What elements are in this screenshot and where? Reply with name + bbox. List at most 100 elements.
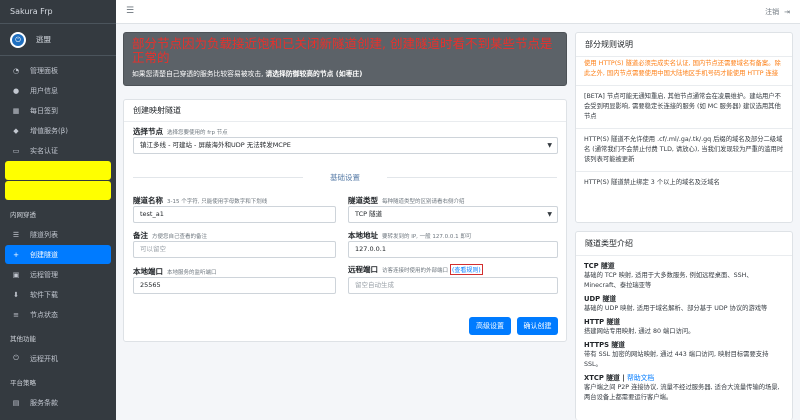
sidebar-item-label: 帮助文档 — [30, 166, 58, 175]
type-https-title: HTTPS 隧道 — [584, 341, 625, 349]
sidebar-item-download[interactable]: ⬇ 软件下载 — [5, 285, 111, 304]
alert-title: 部分节点因为负载接近饱和已关闭新隧道创建, 创建隧道时看不到某些节点是正常的 — [132, 36, 553, 65]
node-select[interactable]: 镇江多线 - 可建站 - 屏蔽海外和UDP 无法转发MCPE ▼ — [133, 137, 558, 154]
power-icon: ⏻ — [13, 354, 19, 362]
tunnel-types-title: 隧道类型介绍 — [576, 232, 792, 256]
calendar-icon: ▦ — [12, 106, 20, 115]
tunnel-name-input[interactable]: test_a1 — [133, 206, 336, 223]
type-http-title: HTTP 隧道 — [584, 318, 621, 326]
node-load-alert: 部分节点因为负载接近饱和已关闭新隧道创建, 创建隧道时看不到某些节点是正常的 如… — [123, 32, 567, 86]
sidebar-item-value-added[interactable]: ◆ 增值服务(β) — [5, 121, 111, 140]
local-addr-input[interactable]: 127.0.0.1 — [348, 241, 558, 258]
node-label: 选择节点 选择您要使用的 frp 节点 — [133, 126, 228, 137]
sidebar-item-node-status[interactable]: ≡ 节点状态 — [5, 305, 111, 324]
sidebar-item-remote-manage[interactable]: ▣ 远程管理 — [5, 265, 111, 284]
sidebar-item-label: 服务条款 — [30, 398, 58, 407]
sidebar-item-label: 远程开机 — [30, 354, 58, 363]
view-rules-link[interactable]: (查看规则) — [450, 264, 483, 275]
sidebar-item-label: 远程管理 — [30, 270, 58, 279]
tunnel-name-label: 隧道名称 3-15 个字符, 只能使用字母数字和下划线 — [133, 195, 267, 206]
coins-icon: ◎ — [12, 186, 20, 195]
sidebar-item-label: 创建隧道 — [30, 250, 58, 259]
user-panel[interactable]: ⏻ 逃盟 — [0, 24, 116, 56]
plus-icon: + — [13, 250, 19, 259]
user-icon: ● — [12, 86, 20, 95]
local-addr-label: 本地地址 要转发到的 IP, 一般 127.0.0.1 即可 — [348, 230, 471, 241]
type-https-desc: 带有 SSL 加密的网站映射, 通过 443 端口访问, 映射目标需要支持 SS… — [584, 351, 769, 368]
sidebar-item-verification[interactable]: ▭ 实名认证 — [5, 141, 111, 160]
node-label-text: 选择节点 — [133, 127, 163, 136]
divider — [387, 177, 557, 178]
sidebar-item-terms[interactable]: ▤ 服务条款 — [5, 393, 111, 412]
type-http-desc: 搭建网站专用映射, 通过 80 端口访问。 — [584, 328, 695, 335]
note-input[interactable]: 可以留空 — [133, 241, 336, 258]
gauge-icon: ◔ — [12, 66, 20, 75]
type-tcp-desc: 基础的 TCP 映射, 适用于大多数服务, 例如远程桌面、SSH、Minecra… — [584, 272, 753, 289]
tunnel-type-label: 隧道类型 每种隧道类型的区别请看右侧介绍 — [348, 195, 465, 206]
sidebar-item-label: 捐助我们 — [30, 186, 58, 195]
local-port-label-text: 本地端口 — [133, 267, 163, 276]
hamburger-menu-icon[interactable]: ☰ — [126, 6, 134, 16]
nav-header-platform: 平台策略 — [10, 379, 36, 387]
local-port-input[interactable]: 25565 — [133, 277, 336, 294]
sidebar-item-label: 用户信息 — [30, 86, 58, 95]
sidebar-item-tunnel-list[interactable]: ☰ 隧道列表 — [5, 225, 111, 244]
nav-header-tunnel: 内网穿透 — [10, 211, 36, 219]
type-xtcp-name: XTCP 隧道 — [584, 374, 620, 382]
sidebar-nav: ◔ 管理面板 ● 用户信息 ▦ 每日签到 ◆ 增值服务(β) ▭ 实名认证 ? … — [0, 56, 116, 412]
alert-sub-text: 如果您清楚自己穿透的服务比较容易被攻击, — [132, 70, 266, 78]
sidebar-item-dashboard[interactable]: ◔ 管理面板 — [5, 61, 111, 80]
desktop-icon: ▣ — [12, 270, 20, 279]
divider — [576, 128, 792, 129]
note-label-text: 备注 — [133, 231, 148, 240]
sidebar-item-label: 每日签到 — [30, 106, 58, 115]
power-avatar-icon: ⏻ — [12, 33, 24, 46]
download-icon: ⬇ — [13, 290, 19, 299]
sidebar: Sakura Frp ⏻ 逃盟 ◔ 管理面板 ● 用户信息 ▦ 每日签到 ◆ 增… — [0, 0, 116, 420]
sidebar-item-label: 管理面板 — [30, 66, 58, 75]
rule-http-verification: 使用 HTTP(S) 隧道必须完成实名认证, 国内节点还需要域名有备案。除此之外… — [584, 60, 781, 77]
logout-link[interactable]: 注销 ⇥ — [765, 7, 790, 17]
type-udp-desc: 基础的 UDP 映射, 适用于域名解析、部分基于 UDP 协议的游戏等 — [584, 305, 768, 312]
id-card-icon: ▭ — [12, 146, 20, 155]
tunnel-type-label-text: 隧道类型 — [348, 196, 378, 205]
tunnel-type-select[interactable]: TCP 隧道 ▼ — [348, 206, 558, 223]
sidebar-item-label: 实名认证 — [30, 146, 58, 155]
brand-title[interactable]: Sakura Frp — [0, 0, 116, 24]
advanced-settings-button[interactable]: 高级设置 — [469, 317, 511, 335]
sidebar-item-label: 节点状态 — [30, 310, 58, 319]
note-label: 备注 方便您自己查看的备注 — [133, 230, 207, 241]
sidebar-item-help[interactable]: ? 帮助文档 — [5, 161, 111, 180]
local-addr-label-text: 本地地址 — [348, 231, 378, 240]
card-title: 创建映射隧道 — [124, 100, 566, 122]
sidebar-item-donate[interactable]: ◎ 捐助我们 — [5, 181, 111, 200]
remote-port-input[interactable]: 留空自动生成 — [348, 277, 558, 294]
tunnel-type-value: TCP 隧道 — [355, 210, 383, 218]
rules-panel-body: 使用 HTTP(S) 隧道必须完成实名认证, 国内节点还需要域名有备案。除此之外… — [576, 57, 792, 188]
tunnel-type-hint: 每种隧道类型的区别请看右侧介绍 — [382, 199, 465, 205]
user-name: 逃盟 — [36, 35, 51, 44]
sidebar-item-label: 增值服务(β) — [30, 126, 68, 135]
question-icon: ? — [14, 166, 18, 175]
logout-label: 注销 — [765, 8, 780, 16]
rule-beta-nodes: [BETA] 节点可能无通知重启, 其他节点通常会在凌晨维护。建站用户不会受到明… — [584, 93, 781, 120]
remote-port-label-text: 远程端口 — [348, 265, 378, 274]
sidebar-item-create-tunnel[interactable]: + 创建隧道 — [5, 245, 111, 264]
sidebar-item-daily-signin[interactable]: ▦ 每日签到 — [5, 101, 111, 120]
sidebar-item-label: 软件下载 — [30, 290, 58, 299]
xtcp-help-link[interactable]: 帮助文档 — [627, 374, 654, 382]
sidebar-item-remote-boot[interactable]: ⏻ 远程开机 — [5, 349, 111, 368]
type-xtcp-desc: 客户端之间 P2P 连接协议, 流量不经过服务器, 适合大流量传输的场景, 两台… — [584, 384, 780, 401]
confirm-create-button[interactable]: 确认创建 — [517, 317, 558, 335]
sidebar-item-label: 隧道列表 — [30, 230, 58, 239]
create-tunnel-card: 创建映射隧道 选择节点 选择您要使用的 frp 节点 镇江多线 - 可建站 - 屏… — [123, 99, 567, 342]
tunnel-types-panel: 隧道类型介绍 TCP 隧道 基础的 TCP 映射, 适用于大多数服务, 例如远程… — [575, 231, 793, 420]
remote-port-hint: 访客连接时使用的外部端口 — [382, 268, 449, 274]
node-hint: 选择您要使用的 frp 节点 — [167, 130, 228, 136]
rule-domain-suffix: HTTP(S) 隧道不允许使用 .cf/.ml/.ga/.tk/.gq 后缀的域… — [584, 136, 784, 163]
avatar: ⏻ — [10, 31, 26, 48]
rules-panel-title: 部分规则说明 — [576, 33, 792, 57]
server-icon: ≡ — [13, 310, 19, 319]
sidebar-item-user-info[interactable]: ● 用户信息 — [5, 81, 111, 100]
remote-port-label: 远程端口 访客连接时使用的外部端口 (查看规则) — [348, 264, 483, 275]
